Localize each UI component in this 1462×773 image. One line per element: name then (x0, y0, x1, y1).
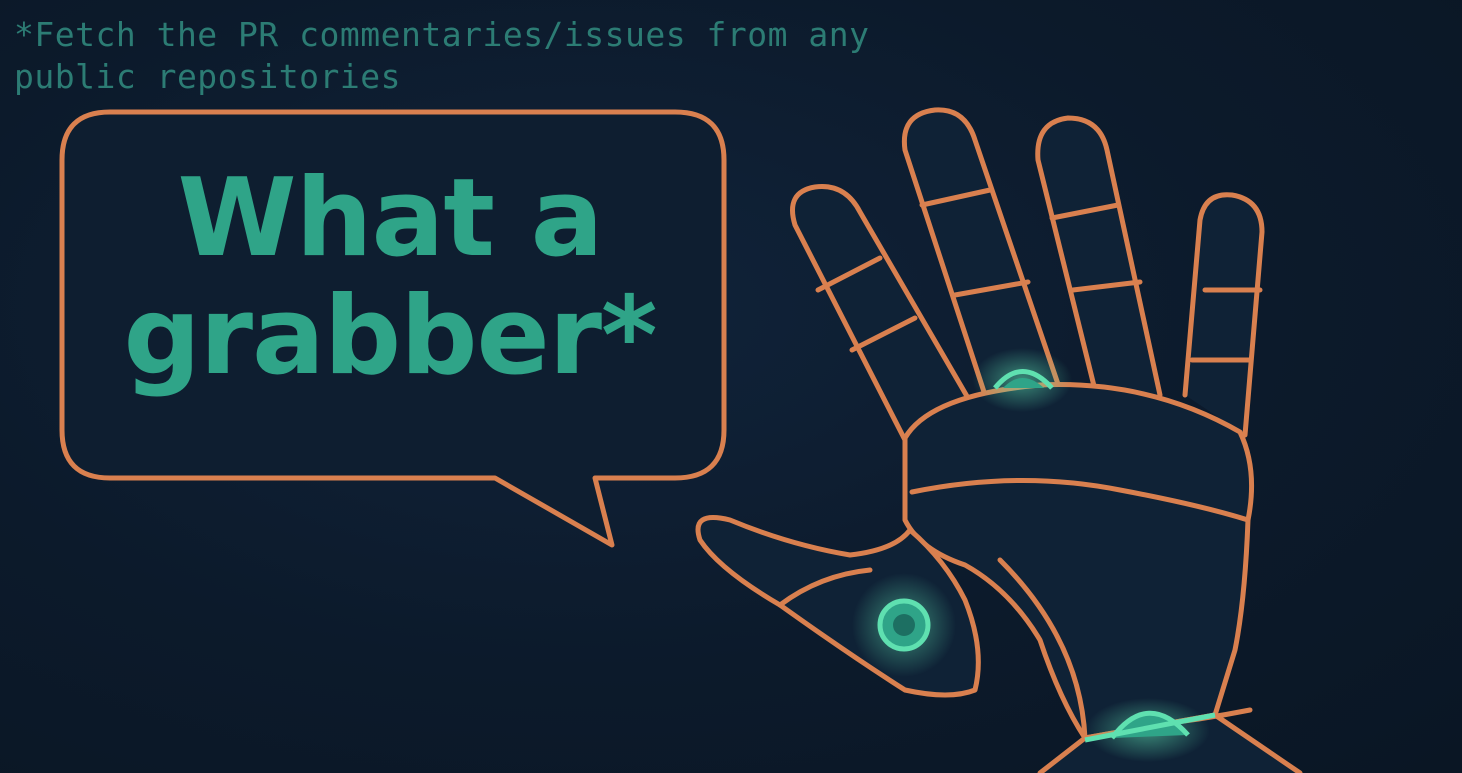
finger-little (1182, 192, 1265, 438)
joint-glow-knuckle (972, 348, 1072, 412)
banner-canvas: *Fetch the PR commentaries/issues from a… (0, 0, 1462, 773)
finger-ring (1035, 115, 1163, 398)
robotic-hand-icon (695, 107, 1303, 773)
joint-glow-thumb (852, 573, 956, 677)
